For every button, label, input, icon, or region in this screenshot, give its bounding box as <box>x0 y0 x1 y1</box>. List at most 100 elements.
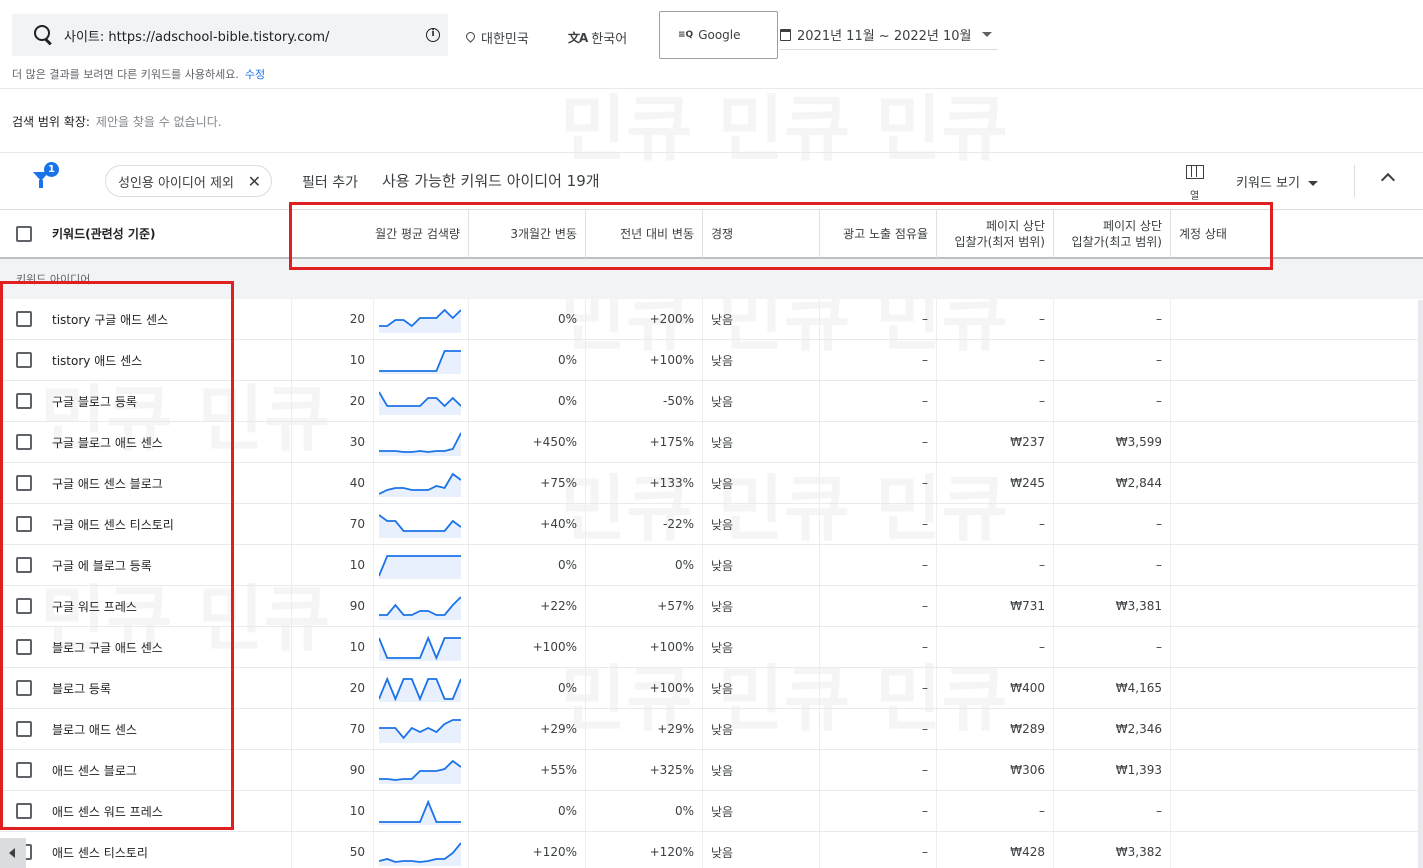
trend-cell <box>374 791 469 831</box>
close-icon[interactable]: ✕ <box>248 172 261 191</box>
location-pin-icon <box>466 32 475 44</box>
change-yoy-cell: +100% <box>586 668 703 708</box>
keyword-view-dropdown[interactable]: 키워드 보기 <box>1236 172 1318 191</box>
keyword-text: 구글 워드 프레스 <box>52 599 137 614</box>
trend-sparkline <box>379 350 461 374</box>
header-bid-low[interactable]: 페이지 상단 입찰가(최저 범위) <box>937 210 1054 258</box>
header-change-yoy[interactable]: 전년 대비 변동 <box>586 210 703 258</box>
divider <box>1354 165 1355 197</box>
bid-high-cell: – <box>1054 627 1171 667</box>
info-icon[interactable]: i <box>426 28 440 42</box>
keyword-text: 애드 센스 블로그 <box>52 763 137 778</box>
add-filter-button[interactable]: 필터 추가 <box>302 172 358 192</box>
change-yoy-cell: +120% <box>586 832 703 868</box>
volume-cell: 70 <box>292 504 374 544</box>
columns-icon[interactable] <box>1186 165 1204 179</box>
vertical-scrollbar[interactable] <box>1418 300 1423 868</box>
bid-low-cell: – <box>937 791 1054 831</box>
account-status-cell <box>1171 586 1301 626</box>
trend-cell <box>374 299 469 339</box>
change-3m-cell: 0% <box>469 340 586 380</box>
table-row: 구글 애드 센스 티스토리 70 +40% -22% 낮음 – – – <box>0 504 1423 545</box>
bid-high-cell: – <box>1054 791 1171 831</box>
table-row: 블로그 등록 20 0% +100% 낮음 – ₩400 ₩4,165 <box>0 668 1423 709</box>
change-3m-cell: +55% <box>469 750 586 790</box>
date-range-selector[interactable]: 2021년 11월 ~ 2022년 10월 <box>780 20 998 50</box>
header-impression-share[interactable]: 광고 노출 점유율 <box>820 210 937 258</box>
bid-low-cell: – <box>937 627 1054 667</box>
calendar-icon <box>780 28 791 41</box>
keyword-view-label: 키워드 보기 <box>1236 176 1300 191</box>
trend-sparkline <box>379 799 461 825</box>
bid-high-cell: – <box>1054 299 1171 339</box>
volume-cell: 90 <box>292 750 374 790</box>
header-account-status[interactable]: 계정 상태 <box>1171 210 1301 258</box>
change-3m-cell: 0% <box>469 381 586 421</box>
table-row: 블로그 구글 애드 센스 10 +100% +100% 낮음 – – – <box>0 627 1423 668</box>
scroll-left-button[interactable] <box>0 838 26 868</box>
change-yoy-cell: +100% <box>586 340 703 380</box>
competition-cell: 낮음 <box>703 668 820 708</box>
volume-cell: 20 <box>292 668 374 708</box>
trend-sparkline <box>379 514 461 538</box>
keyword-table: 키워드(관련성 기준) 월간 평균 검색량 3개월간 변동 전년 대비 변동 경… <box>0 209 1423 868</box>
bid-high-cell: – <box>1054 545 1171 585</box>
impression-share-cell: – <box>820 463 937 503</box>
search-engine-selector[interactable]: ≡Q Google <box>659 11 778 59</box>
trend-sparkline <box>379 759 461 784</box>
trend-cell <box>374 627 469 667</box>
competition-cell: 낮음 <box>703 422 820 462</box>
trend-sparkline <box>379 555 461 579</box>
sparkline-area <box>379 556 461 579</box>
location-selector[interactable]: 대한민국 <box>466 28 529 47</box>
refine-hint: 더 많은 결과를 보려면 다른 키워드를 사용하세요. 수정 <box>12 66 265 82</box>
trend-cell <box>374 586 469 626</box>
header-change-3m[interactable]: 3개월간 변동 <box>469 210 586 258</box>
keyword-text: 구글 에 블로그 등록 <box>52 558 152 573</box>
filter-bar: 1 성인용 아이디어 제외 ✕ 필터 추가 사용 가능한 키워드 아이디어 19… <box>0 153 1423 209</box>
edit-link[interactable]: 수정 <box>245 68 265 81</box>
account-status-cell <box>1171 709 1301 749</box>
competition-cell: 낮음 <box>703 504 820 544</box>
change-3m-cell: +100% <box>469 627 586 667</box>
bid-low-cell: ₩289 <box>937 709 1054 749</box>
competition-cell: 낮음 <box>703 545 820 585</box>
keyword-text: 구글 애드 센스 티스토리 <box>52 517 174 532</box>
chevron-up-icon[interactable] <box>1380 172 1396 188</box>
volume-cell: 40 <box>292 463 374 503</box>
filter-chip-exclude-adult[interactable]: 성인용 아이디어 제외 ✕ <box>105 165 272 197</box>
change-3m-cell: +29% <box>469 709 586 749</box>
header-competition[interactable]: 경쟁 <box>703 210 820 258</box>
trend-sparkline <box>379 635 461 661</box>
header-volume[interactable]: 월간 평균 검색량 <box>292 210 469 258</box>
header-keyword[interactable]: 키워드(관련성 기준) <box>0 210 292 258</box>
search-network-icon: ≡Q <box>678 30 694 40</box>
competition-cell: 낮음 <box>703 586 820 626</box>
keyword-cell: 애드 센스 워드 프레스 <box>0 791 292 831</box>
language-selector[interactable]: 文A 한국어 <box>568 28 627 47</box>
trend-sparkline <box>379 391 461 415</box>
account-status-cell <box>1171 832 1301 868</box>
sparkline-area <box>379 433 461 456</box>
bid-high-cell: – <box>1054 340 1171 380</box>
trend-cell <box>374 709 469 749</box>
keyword-cell: 구글 애드 센스 티스토리 <box>0 504 292 544</box>
header-bid-high[interactable]: 페이지 상단 입찰가(최고 범위) <box>1054 210 1171 258</box>
divider <box>0 88 1423 89</box>
keyword-cell: 구글 에 블로그 등록 <box>0 545 292 585</box>
trend-sparkline <box>379 676 461 702</box>
change-3m-cell: 0% <box>469 545 586 585</box>
impression-share-cell: – <box>820 668 937 708</box>
competition-cell: 낮음 <box>703 709 820 749</box>
change-3m-cell: +40% <box>469 504 586 544</box>
change-3m-cell: +75% <box>469 463 586 503</box>
impression-share-cell: – <box>820 791 937 831</box>
bid-high-cell: ₩1,393 <box>1054 750 1171 790</box>
sparkline-area <box>379 597 461 620</box>
table-row: 애드 센스 티스토리 50 +120% +120% 낮음 – ₩428 ₩3,382 <box>0 832 1423 868</box>
change-3m-cell: +120% <box>469 832 586 868</box>
competition-cell: 낮음 <box>703 750 820 790</box>
impression-share-cell: – <box>820 299 937 339</box>
keyword-text: 애드 센스 티스토리 <box>52 845 148 860</box>
site-search-box[interactable]: 사이트: https://adschool-bible.tistory.com/… <box>12 14 448 56</box>
